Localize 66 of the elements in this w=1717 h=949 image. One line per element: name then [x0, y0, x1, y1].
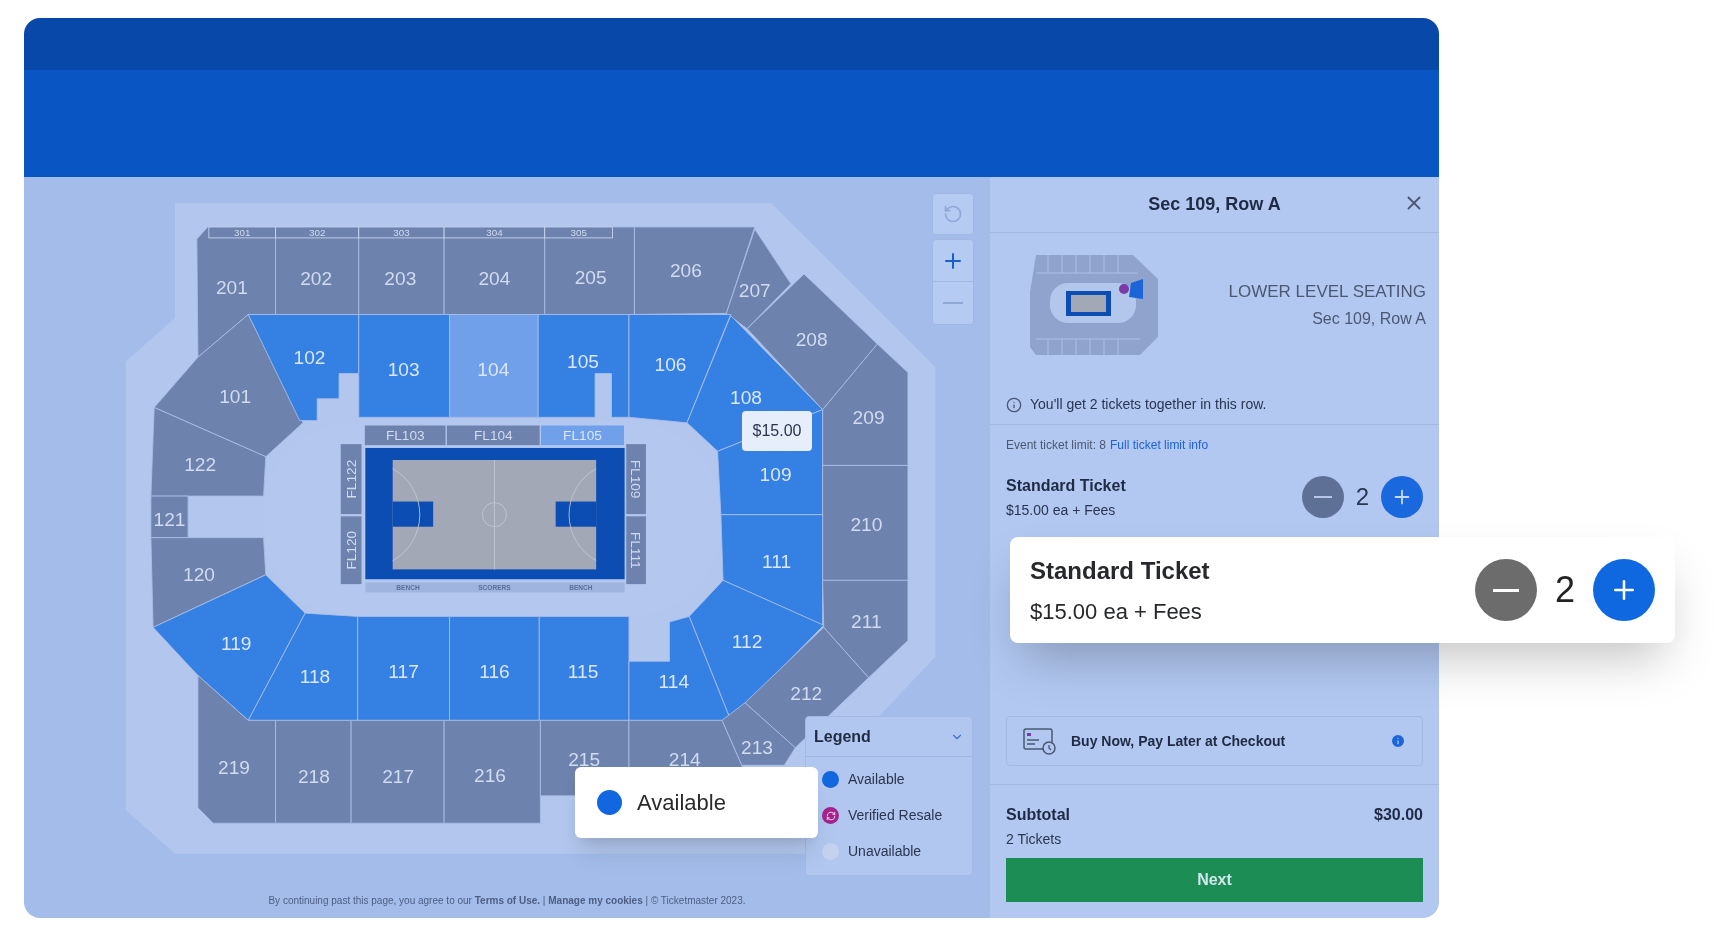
floor-section[interactable]: FL111 [625, 515, 648, 586]
seat-section[interactable]: 210 [822, 465, 909, 581]
upper-section[interactable]: 302 [275, 226, 360, 239]
info-icon [1006, 396, 1022, 413]
floor-section[interactable]: FL109 [625, 443, 648, 516]
seat-section[interactable]: 116 [449, 615, 540, 721]
card-clock-icon [1023, 727, 1057, 755]
seat-section[interactable]: 115 [538, 615, 630, 721]
seat-section[interactable]: 104 [449, 314, 539, 418]
ticket-type: Standard Ticket [1006, 475, 1126, 496]
seat-section[interactable]: 219 [197, 675, 277, 824]
increase-button[interactable] [1381, 476, 1423, 518]
ticket-count: 2 Tickets [1006, 830, 1063, 849]
legend-label: Available [848, 770, 905, 789]
seat-section[interactable]: 117 [357, 615, 450, 721]
seat-section[interactable]: 217 [350, 719, 445, 824]
seat-section[interactable]: 103 [358, 314, 450, 418]
floor-section[interactable]: FL103 [363, 424, 447, 447]
seat-section[interactable]: 105 [537, 314, 630, 418]
ticket-price: $15.00 ea + Fees [1030, 597, 1203, 626]
pay-later-banner[interactable]: Buy Now, Pay Later at Checkout [1006, 716, 1423, 766]
price-tooltip: $15.00 [742, 411, 812, 451]
subtotal-label: Subtotal [1006, 805, 1070, 825]
legend-label: Verified Resale [848, 806, 943, 825]
seat-section[interactable]: 120 [150, 537, 267, 628]
ticket-limit: Event ticket limit: 8 [1006, 437, 1107, 454]
seat-section[interactable]: 207 [725, 228, 792, 330]
seat-section[interactable]: 111 [720, 514, 824, 626]
seat-section[interactable]: 121 [150, 495, 189, 539]
footer-link[interactable]: Terms of Use. [474, 895, 541, 906]
seat-section[interactable]: 218 [275, 719, 352, 824]
upper-section[interactable]: 304 [443, 226, 546, 239]
legend-label: Unavailable [848, 842, 922, 861]
seat-section[interactable]: 106 [628, 314, 732, 424]
quantity-value: 2 [1554, 568, 1575, 612]
footer-link[interactable]: Manage my cookies [548, 895, 643, 906]
seat-section[interactable]: 216 [443, 719, 541, 824]
row-notice: You'll get 2 tickets together in this row. [1030, 395, 1267, 414]
seat-section[interactable]: 211 [822, 579, 909, 679]
floor-section[interactable]: FL105 [539, 424, 626, 447]
seat-location: Sec 109, Row A [1312, 308, 1426, 329]
minus-icon [1313, 496, 1332, 498]
minus-icon [1492, 588, 1519, 592]
info-icon[interactable] [1390, 733, 1406, 749]
seat-section[interactable]: 114 [628, 615, 732, 721]
legend-toggle[interactable]: Legend [806, 717, 972, 757]
upper-section[interactable]: 305 [544, 226, 613, 239]
floor-section[interactable]: FL120 [339, 515, 363, 586]
footer-note: By continuing past this page, you agree to our Terms of Use. | Manage my cookies | © Ticketmaster 2023. [267, 894, 747, 908]
subtotal-amount: $30.00 [1374, 805, 1423, 825]
panel-title: Sec 109, Row A [1148, 193, 1281, 216]
floor-section[interactable]: FL122 [339, 443, 363, 516]
pay-later-text: Buy Now, Pay Later at Checkout [1071, 731, 1287, 751]
ticket-price: $15.00 ea + Fees [1006, 500, 1117, 520]
upper-section[interactable]: 301 [208, 226, 277, 239]
ticket-type: Standard Ticket [1030, 555, 1210, 586]
seat-section[interactable]: 122 [150, 407, 267, 497]
upper-section[interactable]: 303 [358, 226, 445, 239]
next-button[interactable]: Next [1006, 858, 1423, 902]
floor-section[interactable]: FL104 [445, 424, 541, 447]
reset-icon [943, 204, 963, 224]
seat-section[interactable]: 213 [721, 702, 796, 766]
decrease-button[interactable] [1301, 476, 1344, 518]
quantity-value: 2 [1355, 482, 1369, 512]
seating-level: LOWER LEVEL SEATING [1228, 281, 1426, 303]
ticket-limit-link[interactable]: Full ticket limit info [1110, 436, 1209, 454]
